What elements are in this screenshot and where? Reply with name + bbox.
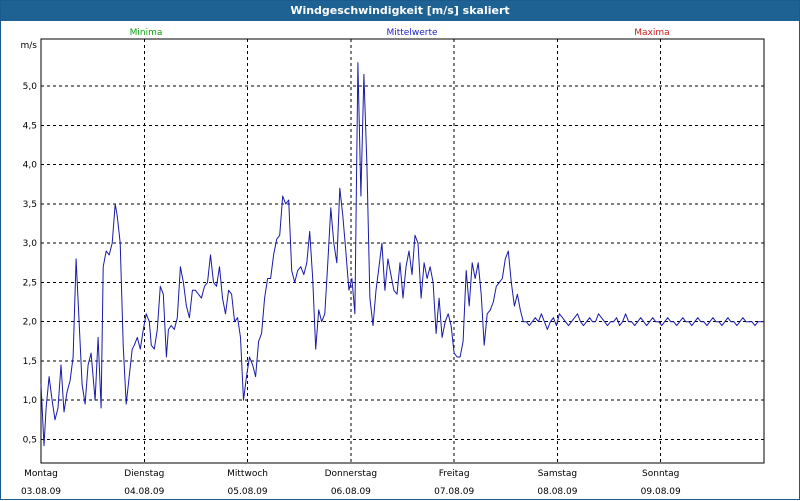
series-line-mittelwerte: [40, 62, 764, 447]
y-axis-label: m/s: [21, 41, 38, 51]
y-tick-label: 0,5: [23, 435, 37, 445]
y-tick-label: 4,5: [23, 121, 37, 131]
x-tick-date: 08.08.09: [537, 487, 577, 497]
y-tick-label: 2,5: [23, 278, 37, 288]
x-tick-day: Sonntag: [642, 469, 679, 479]
legend-minima: Minima: [130, 28, 163, 38]
x-tick-date: 09.08.09: [641, 487, 681, 497]
y-tick-label: 2,0: [23, 318, 38, 328]
y-tick-label: 1,0: [23, 396, 38, 406]
legend-maxima: Maxima: [634, 28, 669, 38]
x-tick-day: Dienstag: [124, 469, 164, 479]
x-tick-day: Samstag: [538, 469, 577, 479]
x-tick-day: Freitag: [439, 469, 470, 479]
plot-frame: [40, 38, 765, 464]
x-tick-date: 05.08.09: [228, 487, 268, 497]
x-tick-day: Mittwoch: [227, 469, 268, 479]
x-tick-day: Donnerstag: [325, 469, 378, 479]
x-tick-day: Montag: [24, 469, 58, 479]
x-tick-date: 07.08.09: [434, 487, 474, 497]
y-tick-label: 1,5: [23, 357, 37, 367]
y-tick-label: 4,0: [23, 161, 38, 171]
wind-speed-chart: 0,5 1,0 1,5 2,0 2,5 3,0 3,5 4,0 4,5 5,0 Montag 03.0…: [21, 28, 765, 497]
x-tick-date: 06.08.09: [331, 487, 371, 497]
chart-window: Windgeschwindigkeit [m/s] skaliert 0,5 1,…: [0, 0, 800, 500]
y-tick-label: 5,0: [23, 82, 38, 92]
legend-mittelwerte: Mittelwerte: [386, 28, 437, 38]
x-tick-date: 03.08.09: [21, 487, 61, 497]
y-tick-label: 3,5: [23, 200, 37, 210]
x-tick-date: 04.08.09: [124, 487, 164, 497]
y-tick-label: 3,0: [23, 239, 38, 249]
